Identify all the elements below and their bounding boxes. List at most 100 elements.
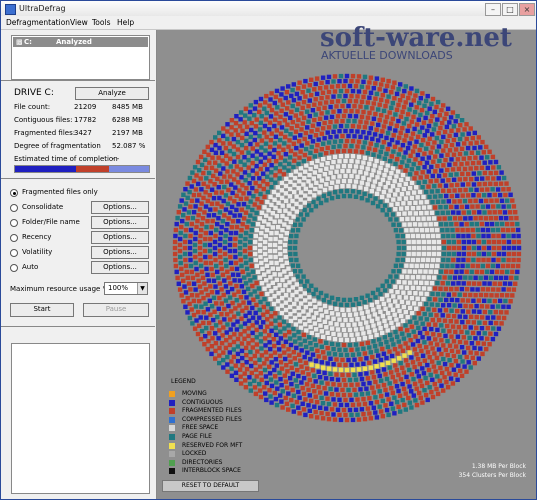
cluster-block xyxy=(317,116,323,121)
resource-select[interactable]: 100% ▼ xyxy=(104,282,148,295)
cluster-block xyxy=(248,213,253,218)
cluster-block xyxy=(232,292,237,297)
cluster-block xyxy=(406,239,411,245)
radio-folder-file-name[interactable] xyxy=(10,219,18,227)
minimize-button[interactable]: – xyxy=(485,3,501,16)
radio-fragmented-only[interactable] xyxy=(10,189,18,197)
menu-tools[interactable]: Tools xyxy=(92,18,110,27)
cluster-block xyxy=(203,157,208,162)
cluster-block xyxy=(374,364,379,369)
cluster-block xyxy=(358,134,363,139)
cluster-block xyxy=(435,117,440,122)
option-label-consolidate[interactable]: Consolidate xyxy=(22,203,63,211)
cluster-block xyxy=(476,331,481,336)
cluster-block xyxy=(400,365,405,370)
cluster-block xyxy=(191,312,197,318)
cluster-block xyxy=(466,131,471,136)
cluster-block xyxy=(239,207,244,212)
options-button-volatility[interactable]: Options... xyxy=(91,246,149,259)
cluster-block xyxy=(491,315,496,320)
cluster-block xyxy=(422,388,427,393)
cluster-block xyxy=(269,163,274,168)
option-label-volatility[interactable]: Volatility xyxy=(22,248,52,256)
menu-defragmentation[interactable]: Defragmentation xyxy=(6,18,70,27)
cluster-block xyxy=(328,170,333,175)
cluster-block xyxy=(334,357,339,362)
cluster-block xyxy=(238,381,244,386)
cluster-block xyxy=(471,210,477,215)
menu-help[interactable]: Help xyxy=(117,18,134,27)
cluster-block xyxy=(449,142,455,148)
radio-volatility[interactable] xyxy=(10,249,18,257)
cluster-block xyxy=(358,387,363,392)
analyze-button[interactable]: Analyze xyxy=(75,87,149,100)
radio-auto[interactable] xyxy=(10,264,18,272)
cluster-block xyxy=(258,159,263,164)
reset-to-default-button[interactable]: RESET TO DEFAULT xyxy=(162,480,259,492)
drive-list[interactable]: ▩ C: Analyzed xyxy=(11,35,150,80)
cluster-block xyxy=(395,257,400,263)
option-label-fragmented-only[interactable]: Fragmented files only xyxy=(22,188,98,196)
cluster-block xyxy=(427,355,432,360)
cluster-block xyxy=(220,272,226,277)
radio-consolidate[interactable] xyxy=(10,204,18,212)
cluster-block xyxy=(426,123,432,129)
maximize-button[interactable]: □ xyxy=(502,3,518,16)
cluster-block xyxy=(191,281,197,286)
cluster-block xyxy=(325,145,330,151)
cluster-block xyxy=(297,179,302,184)
option-label-recency[interactable]: Recency xyxy=(22,233,51,241)
cluster-block xyxy=(318,339,323,344)
cluster-block xyxy=(491,239,497,245)
cluster-block xyxy=(407,107,412,112)
cluster-block xyxy=(235,336,241,342)
cluster-block xyxy=(466,171,471,177)
cluster-block xyxy=(232,242,238,248)
cluster-block xyxy=(369,172,375,178)
cluster-block xyxy=(409,119,415,124)
menu-view[interactable]: View xyxy=(70,18,88,27)
options-button-auto[interactable]: Options... xyxy=(91,261,149,274)
cluster-block xyxy=(257,216,263,221)
close-button[interactable]: × xyxy=(519,3,535,16)
options-button-folder-file-name[interactable]: Options... xyxy=(91,216,149,229)
cluster-block xyxy=(350,402,356,408)
cluster-block xyxy=(239,227,244,233)
cluster-block xyxy=(231,322,236,327)
cluster-block xyxy=(474,303,479,309)
cluster-block xyxy=(282,350,287,355)
drive-list-selected-row[interactable]: ▩ C: Analyzed xyxy=(13,37,148,47)
cluster-block xyxy=(477,210,482,215)
cluster-block xyxy=(298,269,303,274)
start-button[interactable]: Start xyxy=(10,303,74,317)
cluster-block xyxy=(297,96,302,101)
drive-letter: C: xyxy=(24,38,32,46)
cluster-block xyxy=(178,254,183,260)
options-button-consolidate[interactable]: Options... xyxy=(91,201,149,214)
pause-button[interactable]: Pause xyxy=(83,303,149,317)
cluster-block xyxy=(516,239,522,245)
cluster-block xyxy=(485,263,491,269)
cluster-block xyxy=(352,119,357,124)
cluster-block xyxy=(358,170,363,175)
cluster-block xyxy=(321,193,326,199)
cluster-block xyxy=(295,217,300,222)
cluster-block xyxy=(346,322,351,328)
cluster-block xyxy=(284,274,289,280)
cluster-block xyxy=(259,210,265,215)
cluster-block xyxy=(362,416,368,422)
cluster-block xyxy=(452,303,457,308)
cluster-block xyxy=(228,327,233,332)
cluster-block xyxy=(460,263,465,269)
option-label-folder-file-name[interactable]: Folder/File name xyxy=(22,218,80,226)
option-label-auto[interactable]: Auto xyxy=(22,263,38,271)
cluster-block xyxy=(417,147,422,153)
cluster-block xyxy=(368,193,373,199)
cluster-block xyxy=(187,301,192,307)
options-button-recency[interactable]: Options... xyxy=(91,231,149,244)
cluster-block xyxy=(435,280,440,286)
radio-recency[interactable] xyxy=(10,234,18,242)
cluster-block xyxy=(490,336,496,342)
cluster-block xyxy=(261,171,266,176)
cluster-block xyxy=(230,219,236,224)
